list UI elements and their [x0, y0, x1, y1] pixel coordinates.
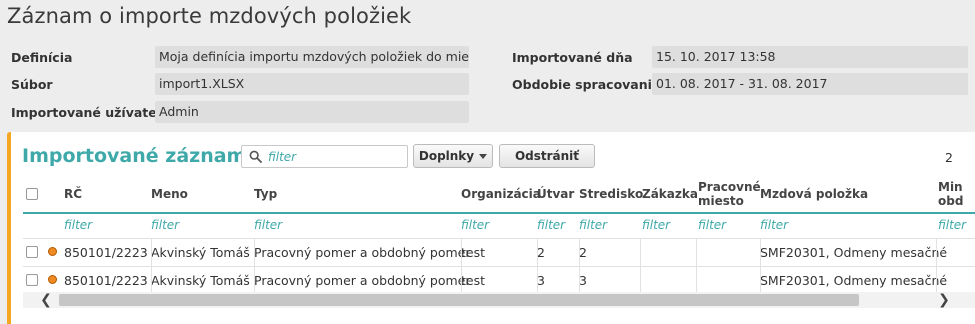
column-separator: [696, 238, 697, 294]
filter-zakazka[interactable]: filter: [642, 218, 670, 232]
cell-stredisko: 3: [579, 273, 587, 288]
column-separator: [760, 238, 761, 294]
scroll-thumb[interactable]: [59, 294, 859, 306]
filter-rc[interactable]: filter: [64, 218, 92, 232]
col-header-utvar[interactable]: Útvar: [537, 176, 574, 212]
status-dot-icon: [48, 275, 57, 284]
caret-down-icon: [479, 154, 488, 159]
filter-meno[interactable]: filter: [151, 218, 179, 232]
cell-organizacia: test: [461, 245, 486, 260]
page-title: Záznam o importe mzdových položiek: [7, 4, 412, 28]
cell-organizacia: test: [461, 273, 486, 288]
cell-typ: Pracovný pomer a obdobný pomer: [254, 245, 471, 260]
horizontal-scrollbar[interactable]: ❮ ❯: [23, 292, 975, 308]
obdobie-label: Obdobie spracovania: [512, 77, 661, 92]
cell-typ: Pracovný pomer a obdobný pomer: [254, 273, 471, 288]
filter-utvar[interactable]: filter: [537, 218, 565, 232]
column-separator: [936, 238, 937, 294]
col-header-mzdova-polozka[interactable]: Mzdová položka: [760, 176, 868, 212]
search-input[interactable]: [268, 148, 403, 165]
search-box[interactable]: [241, 145, 408, 168]
col-header-typ[interactable]: Typ: [254, 176, 277, 212]
uzivatel-value: Admin: [155, 101, 469, 123]
doplnky-label: Doplnky: [418, 149, 475, 163]
cell-utvar: 3: [537, 273, 545, 288]
select-all-checkbox[interactable]: [26, 188, 38, 200]
column-separator: [579, 238, 580, 294]
filter-min-obd[interactable]: filter: [938, 218, 968, 232]
scroll-right-icon[interactable]: ❯: [935, 292, 953, 308]
col-header-min-obd[interactable]: Min obd: [938, 176, 968, 212]
col-header-organizacia[interactable]: Organizácia: [461, 176, 541, 212]
record-count: 2: [945, 150, 953, 165]
cell-mzdova-polozka: SMF20301, Odmeny mesačné: [760, 245, 948, 260]
column-separator: [254, 238, 255, 294]
column-separator: [151, 238, 152, 294]
filter-pracovne-miesto[interactable]: filter: [698, 218, 726, 232]
col-header-rc[interactable]: RČ: [64, 176, 82, 212]
table-row[interactable]: 850101/2223 Akvinský Tomáš Pracovný pome…: [23, 238, 975, 266]
cell-stredisko: 2: [579, 245, 587, 260]
definicia-value: Moja definícia importu mzdových položiek…: [155, 46, 469, 68]
table-row[interactable]: 850101/2223 Akvinský Tomáš Pracovný pome…: [23, 266, 975, 294]
filter-stredisko[interactable]: filter: [579, 218, 607, 232]
row-checkbox[interactable]: [26, 246, 38, 258]
odstranit-button[interactable]: Odstrániť: [499, 144, 595, 168]
filter-typ[interactable]: filter: [254, 218, 282, 232]
cell-utvar: 2: [537, 245, 545, 260]
filter-organizacia[interactable]: filter: [461, 218, 489, 232]
column-separator: [640, 238, 641, 294]
cell-rc: 850101/2223: [64, 245, 148, 260]
subor-value: import1.XLSX: [155, 73, 469, 95]
importovane-dna-value: 15. 10. 2017 13:58: [652, 46, 968, 68]
filter-mzdova-polozka[interactable]: filter: [760, 218, 788, 232]
subor-label: Súbor: [11, 77, 53, 92]
status-dot-icon: [48, 247, 57, 256]
col-header-pracovne-miesto[interactable]: Pracovné miesto: [698, 176, 761, 212]
search-icon: [249, 150, 262, 163]
cell-mzdova-polozka: SMF20301, Odmeny mesačné: [760, 273, 948, 288]
imported-records-panel: Importované záznamy Doplnky Odstrániť 2 …: [7, 132, 975, 324]
scroll-left-icon[interactable]: ❮: [37, 292, 55, 308]
cell-meno: Akvinský Tomáš: [151, 273, 250, 288]
column-separator: [461, 238, 462, 294]
definicia-label: Definícia: [11, 50, 73, 65]
doplnky-button[interactable]: Doplnky: [413, 144, 493, 168]
header-divider: [23, 212, 975, 214]
column-separator: [537, 238, 538, 294]
cell-meno: Akvinský Tomáš: [151, 245, 250, 260]
cell-rc: 850101/2223: [64, 273, 148, 288]
panel-title: Importované záznamy: [22, 145, 259, 167]
col-header-zakazka[interactable]: Zákazka: [642, 176, 698, 212]
col-header-stredisko[interactable]: Stredisko: [579, 176, 643, 212]
obdobie-value: 01. 08. 2017 - 31. 08. 2017: [652, 73, 968, 95]
row-checkbox[interactable]: [26, 274, 38, 286]
importovane-dna-label: Importované dňa: [512, 50, 633, 65]
records-table: RČ Meno Typ Organizácia Útvar Stredisko …: [11, 176, 975, 294]
col-header-meno[interactable]: Meno: [151, 176, 188, 212]
